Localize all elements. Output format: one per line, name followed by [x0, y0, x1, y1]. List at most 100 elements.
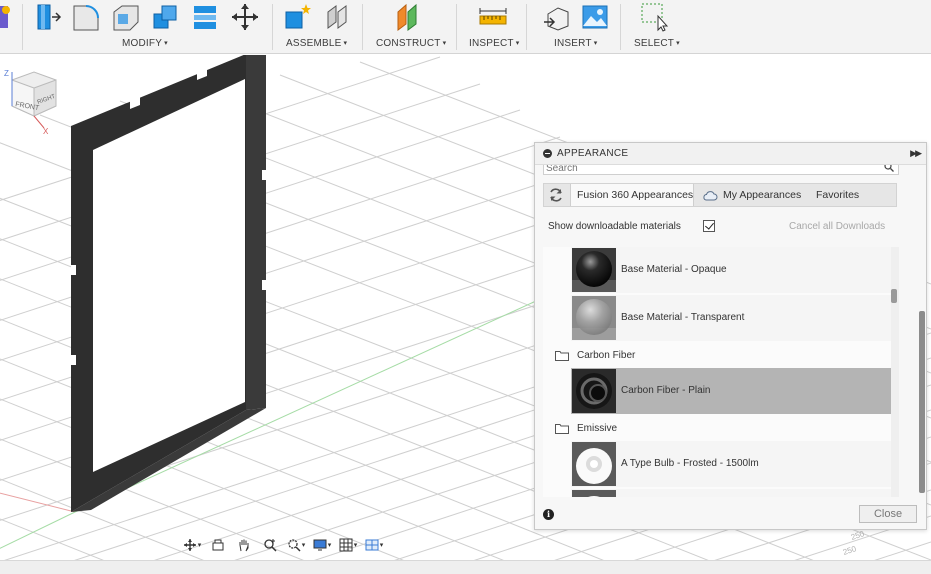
list-item-label: Base Material - Transparent — [621, 312, 745, 323]
shell-icon[interactable] — [110, 2, 140, 32]
list-item[interactable]: Base Material - Transparent — [571, 295, 891, 341]
grid-settings-button[interactable]: ▾ — [336, 535, 360, 555]
folder-label: Emissive — [577, 423, 618, 434]
joint-icon[interactable] — [322, 2, 352, 32]
info-icon[interactable]: i — [543, 509, 554, 520]
appearance-tabs: Fusion 360 Appearances My Appearances Fa… — [543, 183, 897, 207]
combine-icon[interactable] — [150, 2, 180, 32]
refresh-button[interactable] — [544, 184, 568, 206]
search-box[interactable] — [543, 165, 899, 175]
folder-label: Carbon Fiber — [577, 350, 636, 361]
tab-fusion-360-appearances[interactable]: Fusion 360 Appearances — [570, 184, 694, 206]
fit-button[interactable]: ▾ — [284, 535, 308, 555]
viewports-icon — [365, 539, 379, 551]
split-body-icon[interactable] — [190, 2, 220, 32]
list-item-label: Carbon Fiber - Plain — [621, 385, 711, 396]
search-input[interactable] — [546, 165, 876, 174]
look-at-icon — [212, 539, 224, 551]
pan-hand-icon — [239, 539, 249, 552]
material-thumbnail — [572, 442, 616, 486]
inspect-group: INSPECT ▾ — [460, 0, 524, 54]
material-thumbnail — [572, 369, 616, 413]
insert-group: INSERT ▾ — [530, 0, 618, 54]
status-bar — [0, 560, 931, 574]
viewcube[interactable]: FRONT RIGHT Z X — [0, 66, 62, 136]
measure-icon[interactable] — [478, 2, 508, 32]
toolbar-separator — [526, 4, 527, 50]
grid-icon — [339, 538, 353, 552]
list-item-label: Base Material - Opaque — [621, 264, 727, 275]
appearance-list[interactable]: Base Material - Opaque Base Material - T… — [543, 247, 891, 497]
svg-text:250: 250 — [842, 544, 858, 557]
modify-menu[interactable]: MODIFY ▾ — [122, 38, 168, 49]
toolbar-separator — [456, 4, 457, 50]
viewcube-axis-z: Z — [4, 69, 9, 78]
show-downloadable-label: Show downloadable materials — [548, 221, 681, 232]
navigation-bar: ▾ ▾ ▾ ▾ ▾ — [180, 534, 386, 556]
toolbar-separator — [272, 4, 273, 50]
list-item-selected[interactable]: Carbon Fiber - Plain — [571, 368, 891, 414]
close-button[interactable]: Close — [859, 505, 917, 523]
look-at-button[interactable] — [206, 535, 230, 555]
display-icon — [313, 539, 327, 551]
toolbar-separator — [620, 4, 621, 50]
list-item[interactable] — [571, 489, 891, 497]
zoom-button[interactable] — [258, 535, 282, 555]
viewports-button[interactable]: ▾ — [362, 535, 386, 555]
construct-menu[interactable]: CONSTRUCT ▾ — [376, 38, 446, 49]
select-menu[interactable]: SELECT ▾ — [634, 38, 680, 49]
list-item-label: A Type Bulb - Frosted - 1500lm — [621, 458, 759, 469]
list-scrollbar[interactable] — [891, 247, 899, 497]
material-thumbnail — [572, 490, 616, 497]
folder-emissive[interactable]: Emissive — [555, 420, 855, 438]
orbit-icon — [183, 539, 196, 551]
collapse-icon[interactable] — [543, 149, 552, 158]
toolbar-separator — [362, 4, 363, 50]
fillet-icon[interactable] — [70, 2, 100, 32]
grid-scale-labels: 250 250 — [842, 529, 866, 557]
folder-carbon-fiber[interactable]: Carbon Fiber — [555, 347, 855, 365]
offset-plane-icon[interactable] — [394, 2, 424, 32]
list-item[interactable]: Base Material - Opaque — [571, 247, 891, 293]
show-downloadable-checkbox[interactable] — [703, 220, 715, 232]
search-icon[interactable] — [884, 165, 894, 172]
assemble-group: ASSEMBLE ▾ — [276, 0, 360, 54]
panel-header[interactable]: APPEARANCE ▶▶ — [535, 143, 926, 165]
cancel-all-downloads-link[interactable]: Cancel all Downloads — [789, 221, 885, 232]
insert-menu[interactable]: INSERT ▾ — [554, 38, 597, 49]
z-axis-line — [0, 511, 76, 549]
select-group: SELECT ▾ — [624, 0, 694, 54]
tab-my-appearances[interactable]: My Appearances — [696, 184, 808, 206]
modify-group: MODIFY ▾ — [26, 0, 270, 54]
list-item[interactable]: A Type Bulb - Frosted - 1500lm — [571, 441, 891, 487]
refresh-icon — [550, 188, 562, 202]
folder-icon — [555, 424, 569, 434]
appearance-panel: APPEARANCE ▶▶ Fusion 360 Appearances My … — [534, 142, 927, 530]
toolbar-separator — [22, 4, 23, 50]
window-select-icon[interactable] — [640, 2, 670, 32]
inspect-menu[interactable]: INSPECT ▾ — [469, 38, 519, 49]
new-component-icon[interactable] — [282, 2, 312, 32]
sketch-icon[interactable] — [0, 2, 14, 32]
press-pull-icon[interactable] — [32, 2, 62, 32]
list-scrollbar-thumb[interactable] — [891, 289, 897, 303]
zoom-icon — [264, 539, 277, 552]
panel-title: APPEARANCE — [557, 148, 629, 159]
viewcube-axis-x: X — [43, 127, 49, 136]
move-icon[interactable] — [230, 2, 260, 32]
orbit-button[interactable]: ▾ — [180, 535, 204, 555]
display-settings-button[interactable]: ▾ — [310, 535, 334, 555]
material-thumbnail — [572, 248, 616, 292]
tab-my-appearances-label: My Appearances — [723, 189, 802, 201]
material-thumbnail — [572, 296, 616, 340]
insert-mesh-icon[interactable] — [542, 2, 572, 32]
tab-favorites[interactable]: Favorites — [810, 184, 880, 206]
expand-panel-icon[interactable]: ▶▶ — [910, 148, 922, 159]
toolbar: MODIFY ▾ ASSEMBLE ▾ CONSTRUCT ▾ INSPECT ▾ — [0, 0, 931, 54]
assemble-menu[interactable]: ASSEMBLE ▾ — [286, 38, 347, 49]
pan-button[interactable] — [232, 535, 256, 555]
svg-text:250: 250 — [850, 529, 866, 542]
canvas-image-icon[interactable] — [580, 2, 610, 32]
folder-icon — [555, 351, 569, 361]
panel-scrollbar-thumb[interactable] — [919, 311, 925, 493]
